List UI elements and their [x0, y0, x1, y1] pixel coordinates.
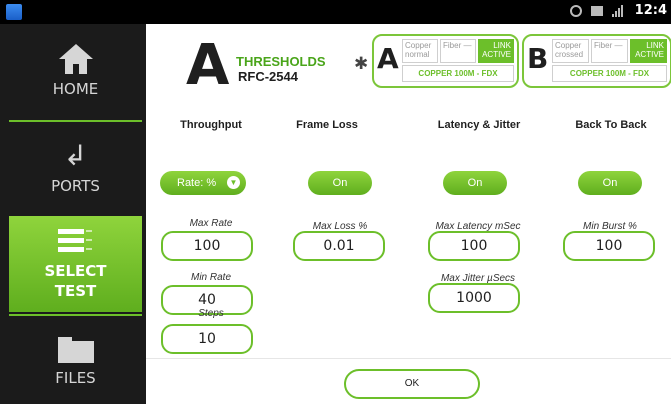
- nav-home[interactable]: HOME: [9, 24, 142, 118]
- port-a-copper: Copper normal: [402, 39, 438, 63]
- max-rate-label: Max Rate: [189, 218, 233, 229]
- screen-icon: [590, 5, 603, 16]
- max-rate-input[interactable]: 100: [161, 231, 253, 261]
- port-a-link: LINK ACTIVE: [478, 39, 514, 63]
- signal-icon: [611, 4, 626, 17]
- max-jitter-input[interactable]: 1000: [428, 283, 520, 313]
- folder-icon: [57, 337, 94, 363]
- back-to-back-toggle[interactable]: On: [578, 171, 642, 195]
- ports-icon: ↲: [63, 139, 88, 172]
- steps-label: Steps: [198, 308, 224, 319]
- min-burst-input[interactable]: 100: [563, 231, 655, 261]
- steps-input[interactable]: 10: [161, 324, 253, 354]
- port-a-status[interactable]: A Copper normal Fiber — LINK ACTIVE COPP…: [372, 34, 519, 88]
- sidebar: HOME ↲ PORTS SELECT TEST FILES: [0, 24, 146, 404]
- nav-select-test[interactable]: SELECT TEST: [9, 216, 142, 312]
- nav-home-label: HOME: [52, 80, 99, 98]
- back-to-back-heading: Back To Back: [575, 119, 647, 131]
- port-a-fiber: Fiber —: [440, 39, 476, 63]
- port-a-letter: A: [377, 42, 399, 75]
- rate-select-value: Rate: %: [177, 177, 217, 189]
- select-test-icon: [57, 227, 94, 255]
- frame-loss-toggle[interactable]: On: [308, 171, 372, 195]
- nav-ports-label: PORTS: [51, 177, 100, 195]
- throughput-heading: Throughput: [180, 119, 242, 131]
- status-indicators: 12:4: [569, 3, 667, 18]
- chevron-down-icon: ▼: [227, 176, 240, 189]
- footer-divider: [146, 358, 671, 359]
- bluetooth-icon: ✱: [354, 54, 369, 74]
- nav-select-label-1: SELECT: [44, 262, 107, 280]
- latency-toggle[interactable]: On: [443, 171, 507, 195]
- port-b-fiber: Fiber —: [591, 39, 628, 63]
- port-b-link: LINK ACTIVE: [630, 39, 667, 63]
- page-title: THRESHOLDS: [236, 54, 326, 69]
- home-icon: [58, 44, 93, 74]
- port-b-copper: Copper crossed: [552, 39, 589, 63]
- gps-icon: [569, 4, 582, 17]
- port-b-status[interactable]: B Copper crossed Fiber — LINK ACTIVE COP…: [522, 34, 671, 88]
- thresholds-panel: A THRESHOLDS RFC-2544 ✱ A Copper normal …: [146, 24, 671, 404]
- port-b-speed: COPPER 100M - FDX: [552, 65, 667, 82]
- latency-heading: Latency & Jitter: [437, 119, 521, 131]
- nav-select-label-2: TEST: [54, 282, 97, 300]
- ok-button[interactable]: OK: [344, 369, 480, 399]
- status-time: 12:4: [634, 3, 667, 18]
- port-letter-large: A: [186, 33, 230, 98]
- max-latency-input[interactable]: 100: [428, 231, 520, 261]
- max-loss-input[interactable]: 0.01: [293, 231, 385, 261]
- app-icon: [6, 4, 22, 20]
- nav-divider: [9, 120, 142, 122]
- nav-divider: [9, 314, 142, 316]
- nav-files[interactable]: FILES: [9, 320, 142, 404]
- rate-select[interactable]: Rate: % ▼: [160, 171, 246, 195]
- nav-ports[interactable]: ↲ PORTS: [9, 124, 142, 212]
- page-subtitle: RFC-2544: [238, 69, 298, 84]
- port-b-letter: B: [527, 42, 549, 75]
- nav-files-label: FILES: [55, 369, 96, 387]
- status-bar: 12:4: [0, 0, 671, 24]
- port-a-speed: COPPER 100M - FDX: [402, 65, 514, 82]
- min-rate-label: Min Rate: [190, 272, 231, 283]
- frame-loss-heading: Frame Loss: [296, 119, 358, 131]
